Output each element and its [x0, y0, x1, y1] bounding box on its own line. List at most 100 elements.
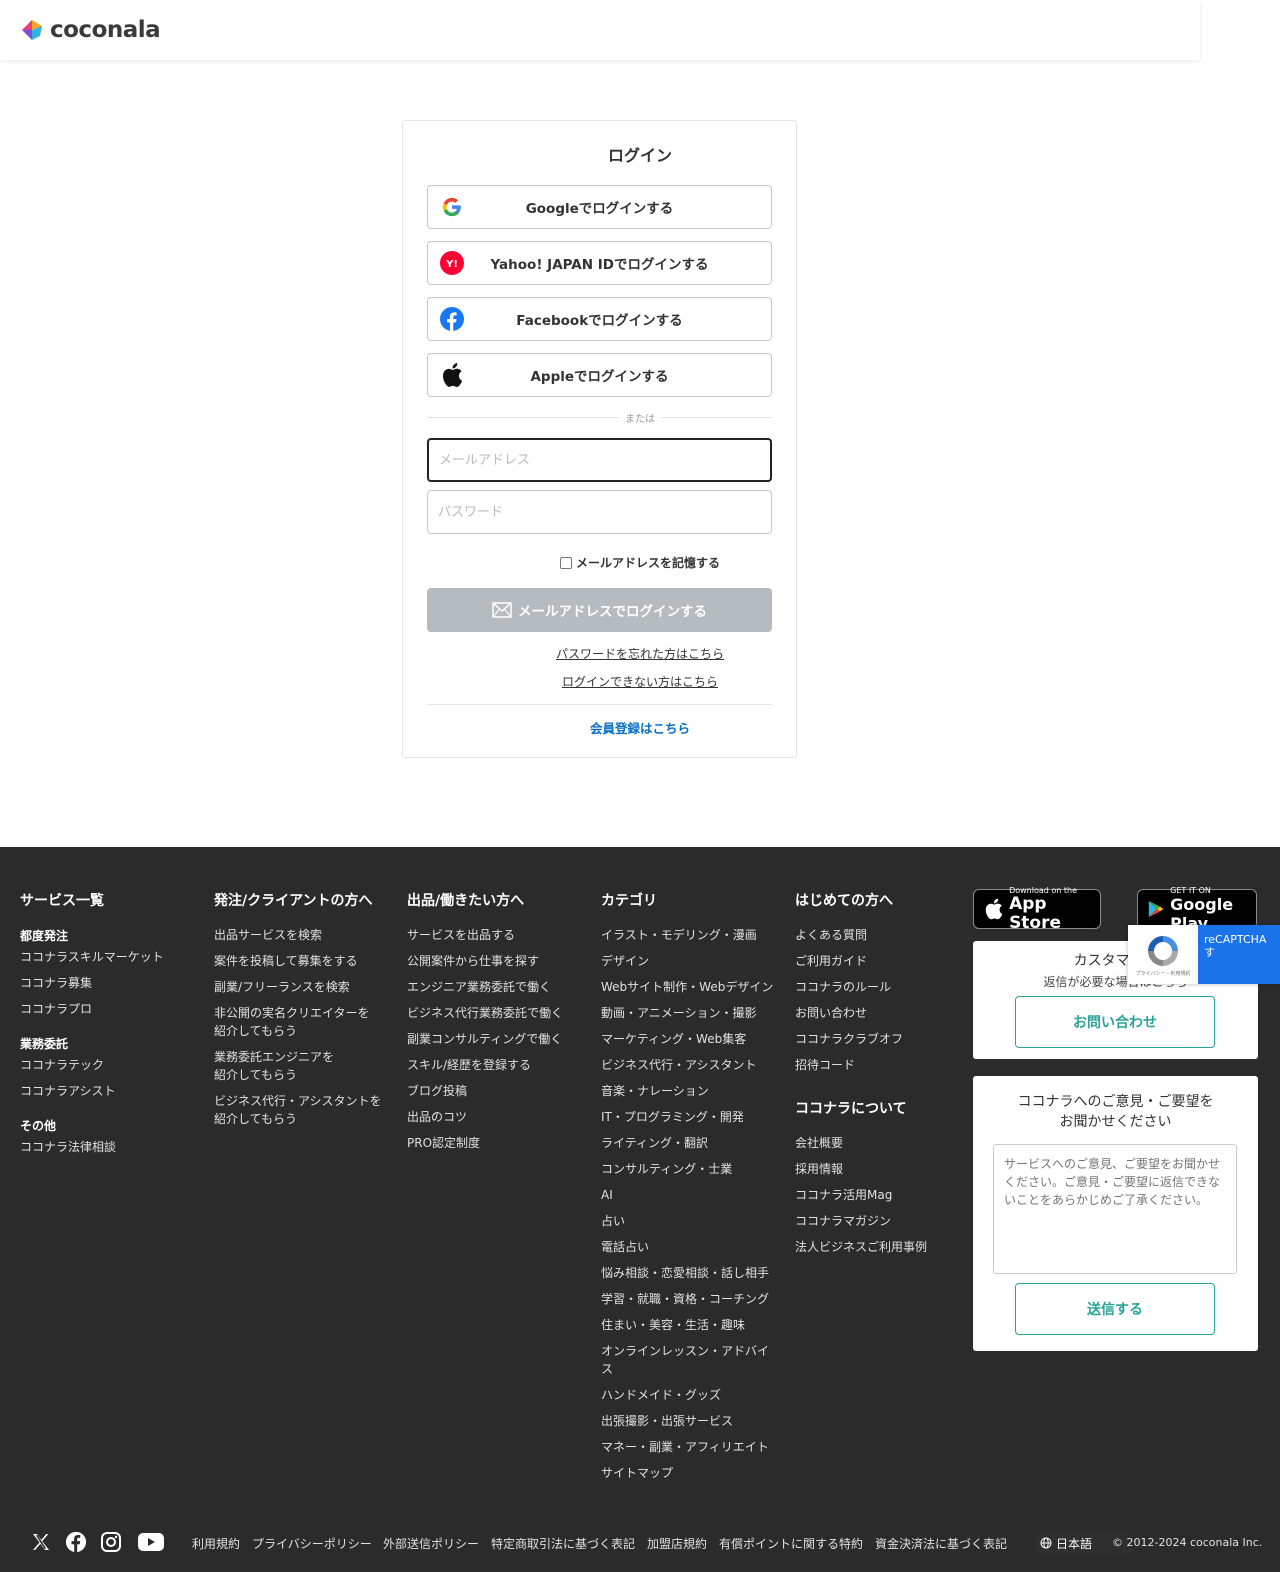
footer-link[interactable]: 非公開の実名クリエイターを: [214, 1004, 370, 1022]
footer-link[interactable]: IT・プログラミング・開発: [601, 1108, 744, 1126]
footer-link[interactable]: ココナラプロ: [20, 1000, 92, 1018]
footer-link[interactable]: ライティング・翻訳: [601, 1134, 708, 1152]
footer-bottom-link[interactable]: 利用規約: [192, 1535, 240, 1552]
footer-link[interactable]: 業務委託エンジニアを: [214, 1048, 334, 1066]
footer-link[interactable]: スキル/経歴を登録する: [407, 1056, 531, 1074]
footer-link[interactable]: 紹介してもらう: [214, 1066, 297, 1084]
footer-link[interactable]: エンジニア業務委託で働く: [407, 978, 551, 996]
footer-link[interactable]: ココナラアシスト: [20, 1082, 116, 1100]
google-play-button[interactable]: GET IT ON Google Play: [1137, 885, 1257, 933]
instagram-icon[interactable]: [100, 1531, 122, 1553]
signup-link[interactable]: 会員登録はこちら: [0, 718, 1280, 737]
footer-link[interactable]: 出張撮影・出張サービス: [601, 1412, 733, 1430]
footer-link[interactable]: 会社概要: [795, 1134, 843, 1152]
email-field[interactable]: [427, 438, 772, 482]
footer-link[interactable]: 出品サービスを検索: [214, 926, 322, 944]
footer-link[interactable]: 招待コード: [795, 1056, 855, 1074]
recaptcha-badge[interactable]: プライバシー・利用規約 reCAPTCHA す: [1128, 925, 1280, 984]
remember-email-checkbox[interactable]: [559, 556, 572, 569]
footer-link[interactable]: イラスト・モデリング・漫画: [601, 926, 757, 944]
recaptcha-privacy[interactable]: プライバシー・利用規約: [1136, 970, 1191, 977]
footer-link[interactable]: 出品のコツ: [407, 1108, 467, 1126]
footer-link[interactable]: マーケティング・Web集客: [601, 1030, 746, 1048]
footer-link[interactable]: サービスを出品する: [407, 926, 515, 944]
footer-link[interactable]: ビジネス代行・アシスタント: [601, 1056, 757, 1074]
footer-link[interactable]: マネー・副業・アフィリエイト: [601, 1438, 769, 1456]
remember-email-label[interactable]: メールアドレスを記憶する: [576, 554, 720, 571]
footer-link[interactable]: ブログ投稿: [407, 1082, 467, 1100]
footer-link[interactable]: ココナラマガジン: [795, 1212, 891, 1230]
footer-link[interactable]: PRO認定制度: [407, 1134, 480, 1152]
footer-link[interactable]: ビジネス代行業務委託で働く: [407, 1004, 563, 1022]
footer-link[interactable]: 動画・アニメーション・撮影: [601, 1004, 757, 1022]
footer-bottom-link[interactable]: 外部送信ポリシー: [383, 1535, 479, 1552]
footer-bottom-link[interactable]: 有償ポイントに関する特約: [719, 1535, 863, 1552]
submit-feedback-button[interactable]: 送信する: [1015, 1283, 1215, 1335]
coconala-logo[interactable]: coconala: [20, 17, 161, 43]
footer-col-category-title: カテゴリ: [601, 893, 657, 909]
footer-bottom-link[interactable]: 特定商取引法に基づく表記: [491, 1535, 635, 1552]
footer-link[interactable]: 電話占い: [601, 1238, 649, 1256]
footer-link[interactable]: 副業/フリーランスを検索: [214, 978, 350, 996]
footer-bottom-link[interactable]: 加盟店規約: [647, 1535, 707, 1552]
facebook-icon[interactable]: [65, 1531, 87, 1553]
footer-link[interactable]: AI: [601, 1186, 613, 1204]
google-login-button[interactable]: Googleでログインする: [427, 185, 772, 229]
forgot-password-link[interactable]: パスワードを忘れた方はこちら: [0, 645, 1280, 662]
footer-link[interactable]: ハンドメイド・グッズ: [601, 1386, 721, 1404]
footer-link[interactable]: ココナラテック: [20, 1056, 104, 1074]
google-play-small: GET IT ON: [1170, 885, 1211, 895]
apple-login-button[interactable]: Appleでログインする: [427, 353, 772, 397]
footer-bottom-link[interactable]: プライバシーポリシー: [252, 1535, 372, 1552]
footer-link[interactable]: 採用情報: [795, 1160, 843, 1178]
cannot-login-link[interactable]: ログインできない方はこちら: [0, 673, 1280, 690]
footer-group-title: 都度発注: [20, 929, 69, 943]
footer-link[interactable]: Webサイト制作・Webデザイン: [601, 978, 773, 996]
footer-link[interactable]: サイトマップ: [601, 1464, 673, 1482]
email-login-button[interactable]: メールアドレスでログインする: [427, 588, 772, 632]
app-store-big: App Store: [1009, 893, 1062, 933]
footer-link[interactable]: 紹介してもらう: [214, 1110, 297, 1128]
facebook-login-label: Facebookでログインする: [516, 313, 683, 329]
footer-link[interactable]: お問い合わせ: [795, 1004, 867, 1022]
app-store-button[interactable]: Download on the App Store: [973, 886, 1101, 932]
footer-link[interactable]: 占い: [601, 1212, 625, 1230]
footer-link[interactable]: 公開案件から仕事を探す: [407, 952, 539, 970]
footer-link[interactable]: 案件を投稿して募集をする: [214, 952, 358, 970]
footer-link[interactable]: 紹介してもらう: [214, 1022, 297, 1040]
footer-link[interactable]: ココナラ法律相談: [20, 1138, 116, 1156]
footer-link[interactable]: オンラインレッスン・アドバイ: [601, 1342, 769, 1360]
footer-col-client-title: 発注/クライアントの方へ: [214, 893, 373, 909]
feedback-textarea[interactable]: [993, 1144, 1237, 1274]
mail-icon: [492, 602, 512, 618]
feedback-title-line1: ココナラへのご意見・ご要望を: [1017, 1094, 1214, 1110]
password-field[interactable]: [427, 490, 772, 534]
footer-bottom-link[interactable]: 資金決済法に基づく表記: [875, 1535, 1007, 1552]
footer-col-seller-title: 出品/働きたい方へ: [407, 893, 525, 909]
footer-link[interactable]: 住まい・美容・生活・趣味: [601, 1316, 745, 1334]
footer-link[interactable]: ココナラのルール: [795, 978, 891, 996]
email-login-label: メールアドレスでログインする: [518, 604, 707, 620]
facebook-login-button[interactable]: Facebookでログインする: [427, 297, 772, 341]
footer-link[interactable]: ココナラクラブオフ: [795, 1030, 903, 1048]
footer-link[interactable]: 法人ビジネスご利用事例: [795, 1238, 927, 1256]
footer-link[interactable]: デザイン: [601, 952, 649, 970]
footer-link[interactable]: よくある質問: [795, 926, 867, 944]
footer-link[interactable]: コンサルティング・士業: [601, 1160, 732, 1178]
footer-link[interactable]: 音楽・ナレーション: [601, 1082, 709, 1100]
footer-link[interactable]: ご利用ガイド: [795, 952, 867, 970]
footer-link[interactable]: ココナラ募集: [20, 974, 92, 992]
footer-link[interactable]: ビジネス代行・アシスタントを: [214, 1092, 382, 1110]
contact-button[interactable]: お問い合わせ: [1015, 996, 1215, 1048]
footer-link[interactable]: 悩み相談・恋愛相談・話し相手: [601, 1264, 769, 1282]
yahoo-login-button[interactable]: Y! Yahoo! JAPAN IDでログインする: [427, 241, 772, 285]
footer-link[interactable]: ココナラスキルマーケット: [20, 948, 164, 966]
logo-text: coconala: [50, 17, 161, 43]
x-icon[interactable]: [30, 1531, 52, 1553]
footer-link[interactable]: ココナラ活用Mag: [795, 1186, 892, 1204]
remember-email: メールアドレスを記憶する: [0, 554, 1280, 571]
youtube-icon[interactable]: [137, 1531, 165, 1553]
footer-link[interactable]: ス: [601, 1360, 613, 1378]
footer-link[interactable]: 副業コンサルティングで働く: [407, 1030, 562, 1048]
footer-link[interactable]: 学習・就職・資格・コーチング: [601, 1290, 769, 1308]
